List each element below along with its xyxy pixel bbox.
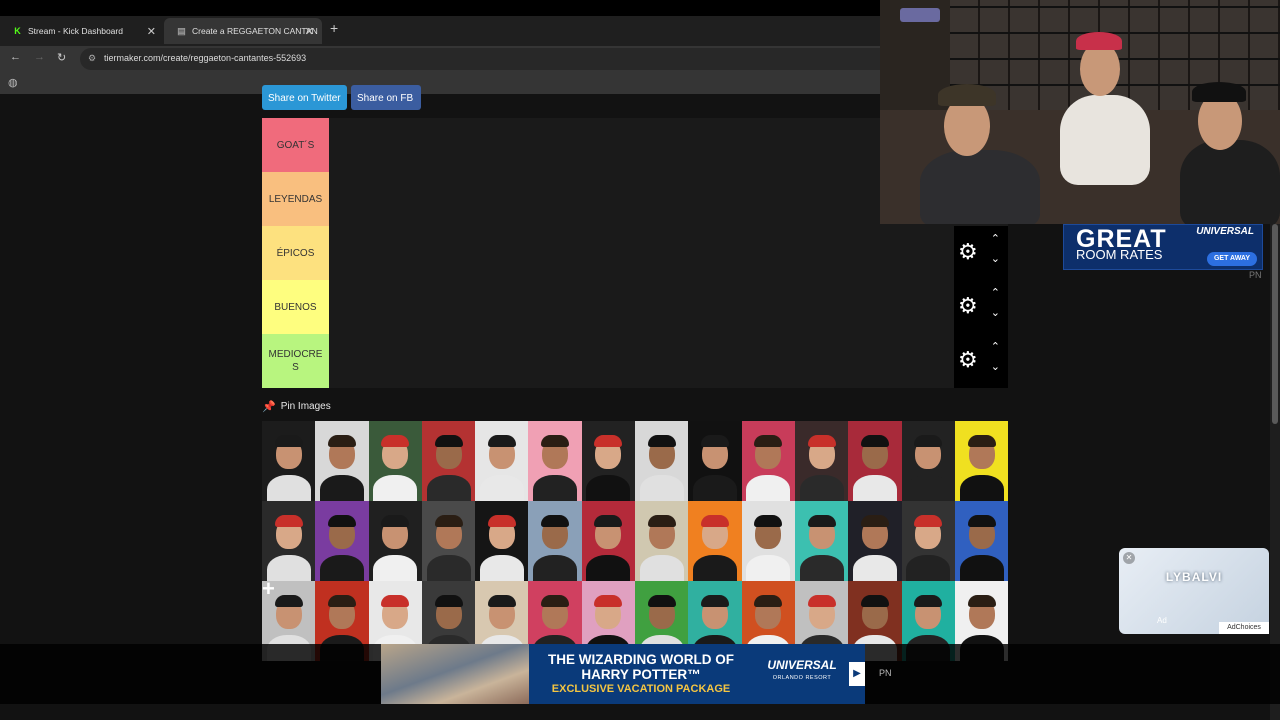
ad-title: THE WIZARDING WORLD OF HARRY POTTER™	[548, 652, 734, 682]
url-field[interactable]: ⚙ tiermaker.com/create/reggaeton-cantant…	[80, 48, 890, 70]
close-icon[interactable]: ✕	[1123, 552, 1135, 564]
adchoices-link[interactable]: AdChoices	[1219, 622, 1269, 634]
chevron-down-icon[interactable]: ⌄	[991, 306, 1000, 319]
artist-image[interactable]	[315, 501, 369, 581]
tiermaker-icon: ▤	[177, 25, 186, 36]
ad-brand: UNIVERSAL	[1196, 226, 1254, 237]
play-icon[interactable]: ▶	[849, 662, 865, 686]
gear-icon[interactable]: ⚙	[958, 349, 978, 371]
share-twitter-button[interactable]: Share on Twitter	[262, 85, 347, 110]
tier-label[interactable]: LEYENDAS	[262, 172, 329, 226]
tier-drop-zone[interactable]	[329, 334, 1008, 388]
artist-image[interactable]	[794, 421, 849, 501]
reload-icon[interactable]: ↻	[57, 51, 66, 64]
tier-row-epicos: ÉPICOS ⚙ ⌃ ⌄	[262, 226, 1008, 280]
new-tab-icon[interactable]: +	[330, 20, 338, 36]
gear-icon[interactable]: ⚙	[958, 241, 978, 263]
pn-label: PN	[879, 668, 892, 678]
globe-icon[interactable]: ◍	[8, 76, 18, 89]
tier-controls: ⚙ ⌃ ⌄	[954, 280, 1008, 334]
site-info-icon[interactable]: ⚙	[88, 53, 96, 64]
artist-image[interactable]	[262, 501, 316, 581]
ad-cta-button[interactable]: GET AWAY	[1207, 252, 1257, 266]
artist-image[interactable]	[688, 421, 742, 501]
artist-image[interactable]	[528, 501, 582, 581]
artist-image[interactable]	[794, 501, 849, 581]
artist-image[interactable]	[741, 501, 795, 581]
pin-images-toggle[interactable]: 📌 Pin Images	[262, 400, 331, 413]
chevron-up-icon[interactable]: ⌃	[991, 232, 1000, 245]
artist-image[interactable]	[954, 421, 1009, 501]
artist-image[interactable]	[848, 421, 902, 501]
tier-controls: ⚙ ⌃ ⌄	[954, 334, 1008, 388]
artist-image[interactable]	[581, 501, 636, 581]
forward-icon[interactable]: →	[34, 51, 45, 63]
tier-drop-zone[interactable]	[329, 226, 1008, 280]
scroll-thumb[interactable]	[1272, 224, 1278, 424]
ad-label: Ad	[1157, 616, 1167, 625]
artist-image[interactable]	[688, 501, 742, 581]
share-fb-button[interactable]: Share on FB	[351, 85, 421, 110]
artist-image[interactable]	[421, 501, 476, 581]
artist-image[interactable]	[262, 421, 316, 501]
artist-image[interactable]	[954, 501, 1009, 581]
tier-row-mediocres: MEDIOCRE S ⚙ ⌃ ⌄	[262, 334, 1008, 388]
artist-image[interactable]	[528, 421, 582, 501]
artist-image[interactable]	[635, 421, 689, 501]
artist-image[interactable]	[901, 501, 955, 581]
chevron-up-icon[interactable]: ⌃	[991, 340, 1000, 353]
chevron-down-icon[interactable]: ⌄	[991, 360, 1000, 373]
tier-controls: ⚙ ⌃ ⌄	[954, 226, 1008, 280]
ad-brand-sub: ORLANDO RESORT	[772, 675, 832, 681]
artist-image[interactable]	[635, 501, 689, 581]
kick-icon: K	[14, 25, 21, 36]
webcam-overlay	[880, 0, 1280, 224]
bottom-ad-banner[interactable]: THE WIZARDING WORLD OF HARRY POTTER™ EXC…	[381, 644, 865, 704]
image-pool	[262, 421, 1009, 661]
url-text: tiermaker.com/create/reggaeton-cantantes…	[104, 53, 307, 63]
artist-image[interactable]	[741, 421, 795, 501]
ad-brand: LYBALVI	[1165, 570, 1223, 584]
tier-drop-zone[interactable]	[329, 280, 1008, 334]
person-middle	[1060, 95, 1150, 185]
tab-label: Create a REGGAETON CANTAN	[192, 26, 318, 36]
ad-photo	[381, 644, 529, 704]
artist-image[interactable]	[368, 421, 422, 501]
tab-kick-dashboard[interactable]: K Stream - Kick Dashboard ✕	[0, 18, 164, 44]
pin-icon: 📌	[262, 401, 276, 413]
gear-icon[interactable]: ⚙	[958, 295, 978, 317]
tab-tiermaker[interactable]: ▤ Create a REGGAETON CANTAN ✕	[164, 18, 322, 44]
artist-image[interactable]	[315, 421, 369, 501]
person-left	[920, 150, 1040, 224]
pin-images-label: Pin Images	[280, 401, 331, 412]
tier-label[interactable]: ÉPICOS	[262, 226, 329, 280]
back-icon[interactable]: ←	[10, 51, 21, 63]
artist-image[interactable]	[475, 501, 529, 581]
person-right	[1180, 140, 1280, 224]
add-image-icon[interactable]: +	[262, 576, 275, 602]
tier-row-buenos: BUENOS ⚙ ⌃ ⌄	[262, 280, 1008, 334]
tier-label[interactable]: GOAT´S	[262, 118, 329, 172]
screen: { "browser": { "tabs": [ {"label": "Stre…	[0, 0, 1280, 720]
pn-label: PN	[1249, 270, 1262, 280]
chevron-down-icon[interactable]: ⌄	[991, 252, 1000, 265]
ad-subtitle: EXCLUSIVE VACATION PACKAGE	[551, 683, 731, 695]
close-icon[interactable]: ✕	[147, 25, 156, 38]
artist-image[interactable]	[901, 421, 955, 501]
artist-image[interactable]	[581, 421, 636, 501]
ad-subhead: ROOM RATES	[1076, 247, 1163, 262]
ad-brand: UNIVERSAL	[767, 658, 837, 672]
tab-label: Stream - Kick Dashboard	[28, 26, 123, 36]
artist-image[interactable]	[368, 501, 422, 581]
artist-image[interactable]	[848, 501, 902, 581]
tier-label[interactable]: MEDIOCRE S	[262, 334, 329, 388]
artist-image[interactable]	[475, 421, 529, 501]
chevron-up-icon[interactable]: ⌃	[991, 286, 1000, 299]
artist-image[interactable]	[421, 421, 476, 501]
tier-label[interactable]: BUENOS	[262, 280, 329, 334]
close-icon[interactable]: ✕	[305, 25, 314, 38]
right-ad-banner[interactable]: GREAT ROOM RATES UNIVERSAL GET AWAY	[1063, 224, 1263, 270]
